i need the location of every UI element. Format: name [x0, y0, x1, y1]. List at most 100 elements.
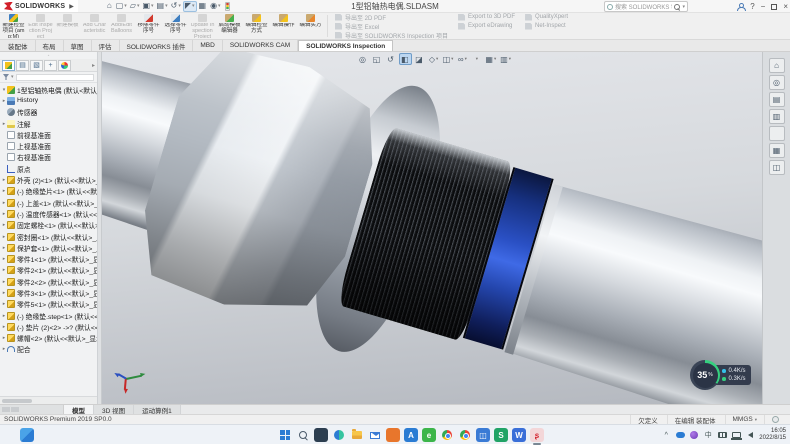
taskbar-app[interactable]: W [512, 428, 526, 442]
taskbar-app[interactable] [332, 428, 346, 442]
ribbon-button[interactable]: Edit Inspection Project [27, 13, 54, 39]
tab-display-manager[interactable] [58, 60, 71, 71]
tree-row[interactable]: ▸ 传感器 [1, 107, 97, 118]
commandmanager-tab[interactable]: 布局 [36, 40, 64, 51]
taskpane-button[interactable]: ▥ [769, 109, 785, 124]
solidworks-logo[interactable]: SOLIDWORKS ▶ [0, 0, 78, 12]
hud-button[interactable]: ◎ [357, 53, 369, 65]
taskbar-app[interactable]: e [422, 428, 436, 442]
tab-scroll-right-icon[interactable]: ▸ [92, 62, 95, 69]
commandmanager-tab[interactable]: 装配体 [1, 40, 36, 51]
tab-configuration-manager[interactable]: ▧ [30, 60, 43, 71]
brand-expand-icon[interactable]: ▶ [69, 3, 74, 10]
tab-dimxpert-manager[interactable]: + [44, 60, 57, 71]
tree-row[interactable]: ▸ 零件2<1> (默认<<默认>_显示状态 [1, 265, 97, 276]
status-item[interactable]: 欠定义 [630, 415, 667, 424]
commandmanager-tab[interactable]: SOLIDWORKS CAM [223, 40, 298, 51]
volume-icon[interactable] [745, 430, 755, 440]
export-button[interactable]: Export to 3D PDF [458, 13, 515, 22]
taskpane-button[interactable]: ▦ [769, 143, 785, 158]
help-search-box[interactable]: 搜索 SOLIDWORKS 帮助 ▾ [604, 1, 688, 12]
commandmanager-tab[interactable]: 草图 [64, 40, 92, 51]
ribbon-button[interactable]: Add/Edit Balloons [108, 13, 135, 39]
taskpane-button[interactable]: ▤ [769, 92, 785, 107]
filter-funnel-icon[interactable] [3, 74, 9, 80]
status-item[interactable]: MMGS▾ [725, 415, 765, 424]
tree-row[interactable]: ▸ 密封圈<1> (默认<<默认>_显示状 [1, 231, 97, 242]
tree-row[interactable]: ▸ 螺帽<2> (默认<<默认>_显示状态 [1, 333, 97, 344]
tree-row[interactable]: ▸ History [1, 95, 97, 106]
qat-button[interactable]: ▱▾ [129, 1, 141, 12]
tree-row[interactable]: ▸ (-) 绝缘垫片<1> (默认<<默认>_显 [1, 186, 97, 197]
taskbar-app[interactable]: ◫ [476, 428, 490, 442]
tab-featuremanager-tree[interactable] [2, 60, 15, 71]
close-button[interactable]: × [783, 2, 788, 11]
status-item[interactable]: 在编辑 装配体 [667, 415, 725, 424]
login-person-icon[interactable] [737, 3, 744, 10]
tree-row[interactable]: ▸ (-) 垫片 (2)<2> ->? (默认<<默认 [1, 321, 97, 332]
export-button[interactable]: Export eDrawing [458, 22, 515, 31]
panel-horizontal-scrollbar[interactable] [0, 396, 97, 404]
taskpane-button[interactable]: ◎ [769, 75, 785, 90]
taskbar-app[interactable] [368, 428, 382, 442]
taskbar-app[interactable] [458, 428, 472, 442]
export-button[interactable]: 导出至 Excel [335, 22, 448, 31]
hud-button[interactable]: ◫▾ [442, 53, 455, 65]
taskbar-app[interactable] [278, 428, 292, 442]
restore-button[interactable] [771, 4, 777, 10]
hud-button[interactable]: ↺ [385, 53, 397, 65]
tree-row[interactable]: ▸ (-) 上盖<1> (默认<<默认>_显示状 [1, 197, 97, 208]
qat-button[interactable]: ⌂ [106, 1, 114, 12]
tree-row[interactable]: ▸ 外壳 (2)<1> (默认<<默认>_显示状 [1, 174, 97, 185]
tree-row[interactable]: ▸ 零件3<1> (默认<<默认>_显示状态 [1, 287, 97, 298]
hud-button[interactable]: ▾ [470, 53, 482, 65]
taskpane-button[interactable] [769, 126, 785, 141]
hud-button[interactable]: ◇▾ [428, 53, 440, 65]
commandmanager-tab[interactable]: 评估 [92, 40, 120, 51]
status-tag-button[interactable] [764, 415, 786, 424]
search-icon[interactable] [674, 4, 680, 10]
hud-button[interactable]: ∞▾ [456, 53, 468, 65]
qat-button[interactable]: ↺▾ [170, 1, 182, 12]
filter-caret-icon[interactable]: ▾ [11, 74, 14, 80]
panel-collapse-handle[interactable]: ◦ [0, 52, 97, 59]
tree-row[interactable]: ▸ 前视基准面 [1, 129, 97, 140]
tree-row[interactable]: ▸ 上视基准面 [1, 140, 97, 151]
tree-row[interactable]: ▸ 零件5<1> (默认<<默认>_显示状态 [1, 299, 97, 310]
ime-mode-icon[interactable] [717, 430, 727, 440]
hud-button[interactable]: ◱ [371, 53, 383, 65]
commandmanager-tab[interactable]: MBD [193, 40, 222, 51]
ribbon-button[interactable]: 新建检查项目 (amp;M) [0, 13, 27, 39]
tab-nav-scrollbar[interactable] [0, 405, 64, 414]
commandmanager-tab[interactable]: SOLIDWORKS 插件 [120, 40, 194, 51]
performance-circle[interactable]: 35% [690, 360, 720, 390]
taskbar-app[interactable]: S [494, 428, 508, 442]
hud-button[interactable]: ▥▾ [499, 53, 512, 65]
taskbar-app[interactable] [350, 428, 364, 442]
performance-overlay[interactable]: 35% 0.4K/s 0.3K/s [690, 360, 751, 390]
document-tab[interactable]: 模型 [64, 405, 94, 414]
export-button[interactable]: Net-Inspect [525, 22, 568, 31]
taskbar-app[interactable] [386, 428, 400, 442]
export-button[interactable]: QualityXpert [525, 13, 568, 22]
ribbon-button[interactable]: Update Inspection Project [189, 13, 216, 39]
ribbon-button[interactable]: 移除零件序号 [135, 13, 162, 39]
export-button[interactable]: 导出至 SOLIDWORKS Inspection 项目 [335, 31, 448, 40]
tray-chevron-icon[interactable]: ^ [661, 430, 671, 440]
graphics-viewport[interactable]: ◎ ◱ ↺ ◧ ◪ ◇▾ ◫▾ ∞▾ ▾ ▦▾ [102, 52, 762, 404]
tree-row[interactable]: ▸ 固定螺栓<1> (默认<<默认>_显示 [1, 220, 97, 231]
tab-property-manager[interactable]: ▤ [16, 60, 29, 71]
taskbar-app[interactable] [296, 428, 310, 442]
qat-button[interactable]: ▤▾ [156, 1, 169, 12]
tree-row[interactable]: ▸ 保护套<1> (默认<<默认>_显示状 [1, 242, 97, 253]
taskbar-app[interactable]: ʂ [530, 428, 544, 442]
tree-row[interactable]: ▸ 配合 [1, 344, 97, 355]
taskpane-button[interactable]: ◫ [769, 160, 785, 175]
tree-row[interactable]: ▸ 注解 [1, 118, 97, 129]
qat-button[interactable]: ▢▾ [115, 1, 128, 12]
tree-row[interactable]: ▸ 右视基准面 [1, 152, 97, 163]
ribbon-button[interactable]: 启动模板编辑器 [216, 13, 243, 39]
document-tab[interactable]: 3D 视图 [94, 405, 134, 414]
tree-row[interactable]: ▸ 零件2<2> (默认<<默认>_显示状态 [1, 276, 97, 287]
qat-button[interactable]: ▦ [198, 1, 209, 12]
